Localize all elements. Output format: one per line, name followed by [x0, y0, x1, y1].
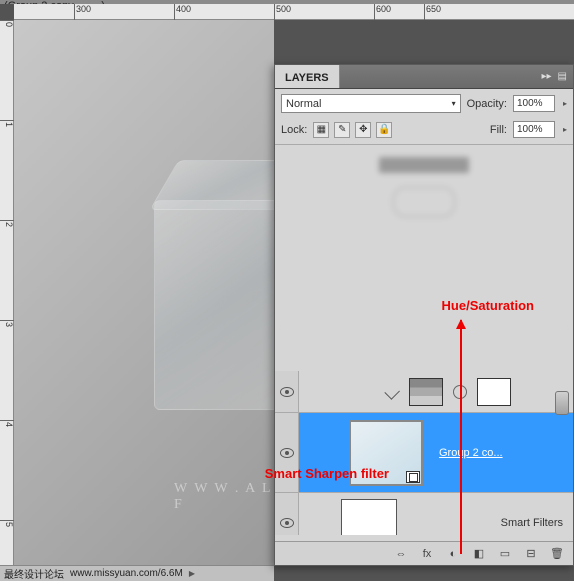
scrollbar-thumb[interactable] — [555, 391, 569, 415]
hue-saturation-thumbnail[interactable] — [409, 378, 443, 406]
lock-label: Lock: — [281, 124, 307, 136]
smart-object-badge-icon — [406, 471, 420, 483]
ruler-tick: 300 — [74, 4, 91, 20]
ruler-vertical[interactable]: 0 1 2 3 4 5 — [0, 20, 14, 581]
layer-mask-icon[interactable]: ◐ — [445, 547, 461, 561]
adjustment-layer-row[interactable] — [275, 371, 573, 413]
panel-footer: ⇔ fx ◐ ◧ ▭ ⊟ 🗑 — [275, 541, 573, 565]
selected-layer-row[interactable]: Group 2 co... — [275, 413, 573, 493]
new-group-icon[interactable]: ▭ — [497, 547, 513, 561]
ruler-horizontal[interactable]: 300 400 500 600 650 — [14, 4, 574, 20]
filter-mask-thumbnail[interactable] — [341, 499, 397, 536]
ruler-tick: 650 — [424, 4, 441, 20]
ice-cube-artwork — [154, 160, 274, 430]
new-layer-icon[interactable]: ⊟ — [523, 547, 539, 561]
blend-mode-select[interactable]: Normal ▾ — [281, 94, 461, 113]
ruler-tick: 4 — [0, 420, 14, 427]
visibility-eye-icon[interactable] — [280, 448, 294, 458]
status-bar: 最终设计论坛 www.missyuan.com/6.6M ▶ — [0, 565, 274, 581]
ruler-tick: 500 — [274, 4, 291, 20]
visibility-eye-icon[interactable] — [280, 518, 294, 528]
trash-icon[interactable]: 🗑 — [549, 547, 565, 561]
ruler-tick: 3 — [0, 320, 14, 327]
chevron-down-icon: ▾ — [452, 99, 456, 108]
panel-header[interactable]: LAYERS ▸▸ ▤ — [275, 65, 573, 89]
adjustment-layer-icon[interactable]: ◧ — [471, 547, 487, 561]
ruler-tick: 5 — [0, 520, 14, 527]
opacity-input[interactable]: 100% — [513, 95, 555, 112]
status-doc: www.missyuan.com/6.6M — [70, 568, 183, 579]
watermark-text: W W W . A L F — [174, 481, 274, 513]
clip-indicator-icon — [384, 384, 400, 400]
layers-panel: LAYERS ▸▸ ▤ Normal ▾ Opacity: 100% ▸ Loc… — [274, 64, 574, 566]
smart-filters-row[interactable]: Smart Filters — [275, 493, 573, 535]
lock-position-icon[interactable]: ✥ — [355, 122, 371, 138]
panel-collapse-icon[interactable]: ▸▸ — [542, 71, 552, 82]
visibility-eye-icon[interactable] — [280, 387, 294, 397]
blend-mode-value: Normal — [286, 98, 321, 110]
ruler-tick: 600 — [374, 4, 391, 20]
link-layers-icon[interactable]: ⇔ — [393, 547, 409, 561]
status-left: 最终设计论坛 — [4, 566, 64, 581]
opacity-label: Opacity: — [467, 98, 507, 110]
layer-fx-icon[interactable]: fx — [419, 547, 435, 561]
layer-mask-thumbnail[interactable] — [477, 378, 511, 406]
ruler-tick: 400 — [174, 4, 191, 20]
ruler-tick: 0 — [0, 20, 14, 27]
panel-menu-icon[interactable]: ▤ — [558, 71, 567, 82]
annotation-arrow — [460, 320, 462, 554]
fill-input[interactable]: 100% — [513, 121, 555, 138]
status-caret-icon[interactable]: ▶ — [189, 569, 195, 578]
lock-all-icon[interactable]: 🔒 — [376, 122, 392, 138]
ruler-tick: 1 — [0, 120, 14, 127]
annotation-hue-saturation: Hue/Saturation — [442, 298, 534, 313]
opacity-caret-icon[interactable]: ▸ — [563, 99, 567, 108]
lock-transparency-icon[interactable]: ▦ — [313, 122, 329, 138]
ruler-tick: 2 — [0, 220, 14, 227]
canvas[interactable]: W W W . A L F — [14, 20, 274, 565]
annotation-smart-sharpen: Smart Sharpen filter — [265, 466, 389, 481]
layer-name[interactable]: Group 2 co... — [439, 447, 503, 459]
layers-tab[interactable]: LAYERS — [275, 65, 340, 88]
fill-caret-icon[interactable]: ▸ — [563, 125, 567, 134]
fill-label: Fill: — [490, 124, 507, 136]
smart-filters-label: Smart Filters — [501, 517, 563, 529]
lock-pixels-icon[interactable]: ✎ — [334, 122, 350, 138]
document-title-bar: (Group 2 copy ..., ...) — [0, 0, 574, 4]
